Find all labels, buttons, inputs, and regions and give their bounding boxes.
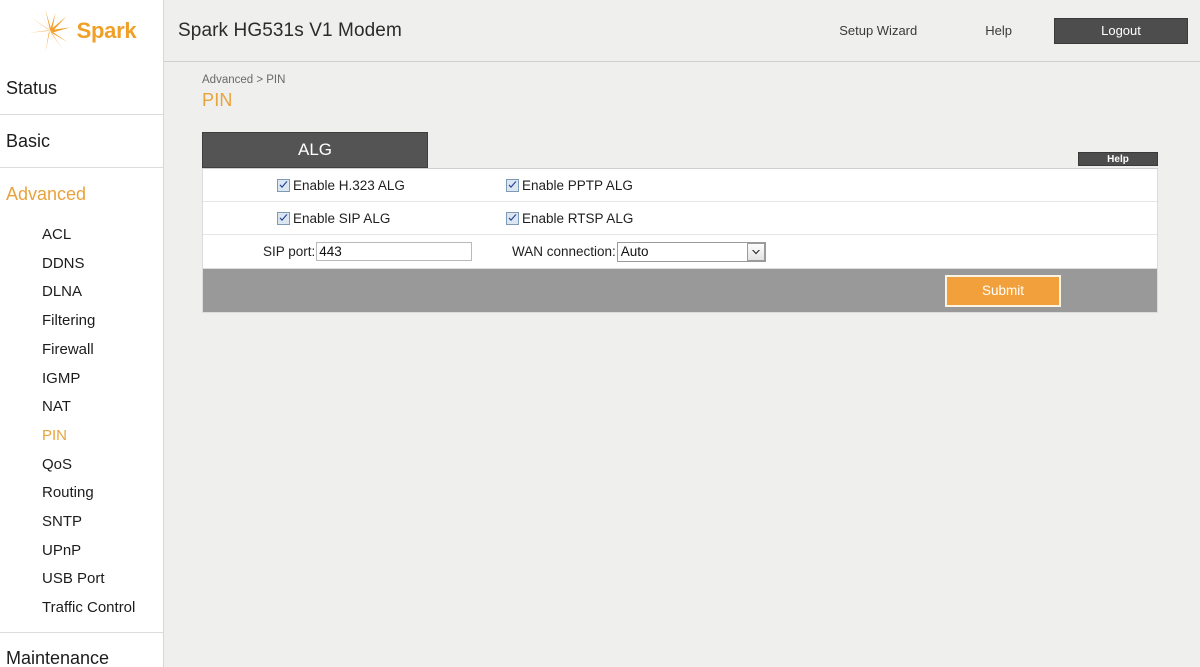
checkbox-label-h323[interactable]: Enable H.323 ALG (293, 178, 405, 193)
setup-wizard-link[interactable]: Setup Wizard (805, 23, 951, 38)
tab-alg[interactable]: ALG (202, 132, 428, 168)
sidebar-item-igmp[interactable]: IGMP (0, 365, 163, 394)
wan-connection-field: WAN connection: Auto (506, 241, 766, 262)
sip-port-input[interactable] (316, 242, 473, 261)
sidebar-group-advanced: Advanced ACL DDNS DLNA Filtering Firewal… (0, 168, 163, 633)
checkbox-label-rtsp[interactable]: Enable RTSP ALG (522, 211, 633, 226)
checkbox-pptp-alg[interactable] (506, 178, 519, 192)
panel-help-button[interactable]: Help (1078, 152, 1158, 166)
breadcrumb: Advanced > PIN (202, 74, 286, 86)
sidebar-item-qos[interactable]: QoS (0, 451, 163, 480)
sidebar-item-status[interactable]: Status (0, 62, 163, 115)
alg-row-1: Enable H.323 ALG Enable PPTP ALG (203, 169, 1157, 202)
sidebar-item-advanced[interactable]: Advanced (0, 168, 163, 221)
checkbox-field-h323[interactable]: Enable H.323 ALG (203, 178, 506, 193)
sidebar-item-routing[interactable]: Routing (0, 479, 163, 508)
main-content: Advanced > PIN PIN ALG Help Enable H.323… (164, 62, 1200, 667)
help-link[interactable]: Help (951, 23, 1046, 38)
page-header: Spark Spark HG531s V1 Modem Setup Wizard… (0, 0, 1200, 62)
sidebar-item-traffic-control[interactable]: Traffic Control (0, 594, 163, 623)
checkbox-field-pptp[interactable]: Enable PPTP ALG (506, 178, 633, 193)
checkbox-h323-alg[interactable] (277, 178, 290, 192)
sidebar-item-upnp[interactable]: UPnP (0, 537, 163, 566)
header-links: Setup Wizard Help Logout (805, 17, 1188, 44)
app-title: Spark HG531s V1 Modem (178, 19, 402, 41)
panel-footer: Submit (202, 269, 1158, 313)
wan-connection-value: Auto (620, 244, 649, 259)
sidebar-item-acl[interactable]: ACL (0, 221, 163, 250)
checkbox-label-sip[interactable]: Enable SIP ALG (293, 211, 390, 226)
chevron-down-icon[interactable] (746, 242, 765, 261)
sidebar-item-filtering[interactable]: Filtering (0, 307, 163, 336)
logout-button[interactable]: Logout (1054, 17, 1188, 44)
alg-settings-panel: Enable H.323 ALG Enable PPTP ALG Enable … (202, 168, 1158, 269)
wan-connection-label: WAN connection: (512, 244, 616, 259)
alg-row-3: SIP port: WAN connection: Auto (203, 235, 1157, 268)
brand-name: Spark (76, 18, 137, 43)
sip-port-label: SIP port: (263, 244, 316, 259)
checkbox-sip-alg[interactable] (277, 211, 290, 225)
sidebar-item-firewall[interactable]: Firewall (0, 336, 163, 365)
submit-button[interactable]: Submit (945, 274, 1061, 307)
brand-logo[interactable]: Spark (0, 0, 164, 62)
checkbox-field-sip[interactable]: Enable SIP ALG (203, 211, 506, 226)
sip-port-field: SIP port: (203, 242, 506, 261)
panel-tabrow: ALG Help (202, 132, 1158, 168)
sidebar-item-usb-port[interactable]: USB Port (0, 565, 163, 594)
sidebar-item-basic[interactable]: Basic (0, 115, 163, 168)
spark-starburst-icon (27, 8, 73, 54)
sidebar-item-dlna[interactable]: DLNA (0, 278, 163, 307)
wan-connection-select[interactable]: Auto (616, 241, 766, 262)
checkbox-rtsp-alg[interactable] (506, 211, 519, 225)
alg-row-2: Enable SIP ALG Enable RTSP ALG (203, 202, 1157, 235)
checkbox-field-rtsp[interactable]: Enable RTSP ALG (506, 211, 633, 226)
sidebar-item-ddns[interactable]: DDNS (0, 250, 163, 279)
sidebar-item-pin[interactable]: PIN (0, 422, 163, 451)
page-title: PIN (202, 90, 233, 110)
sidebar-nav: Status Basic Advanced ACL DDNS DLNA Filt… (0, 62, 164, 667)
checkbox-label-pptp[interactable]: Enable PPTP ALG (522, 178, 633, 193)
sidebar-item-maintenance[interactable]: Maintenance (0, 633, 163, 667)
sidebar-item-sntp[interactable]: SNTP (0, 508, 163, 537)
sidebar-item-nat[interactable]: NAT (0, 393, 163, 422)
